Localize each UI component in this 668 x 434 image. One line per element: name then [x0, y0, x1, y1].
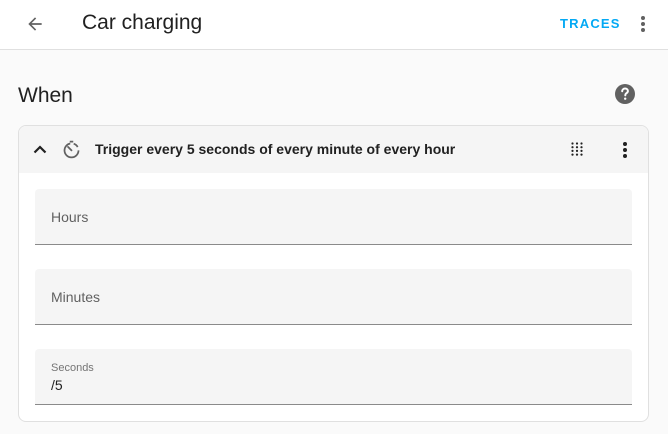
trigger-menu-button[interactable] — [613, 137, 637, 163]
section-title: When — [18, 84, 73, 107]
help-button[interactable] — [613, 82, 637, 106]
timer-icon — [61, 139, 82, 160]
drag-handle[interactable] — [567, 139, 587, 159]
trigger-title: Trigger every 5 seconds of every minute … — [95, 141, 456, 157]
dots-vertical-icon — [623, 142, 627, 158]
arrow-left-icon — [28, 17, 42, 31]
trigger-card-header[interactable]: Trigger every 5 seconds of every minute … — [19, 126, 648, 173]
chevron-up-icon — [33, 145, 47, 154]
back-button[interactable] — [20, 9, 50, 39]
drag-grid-icon — [571, 142, 583, 156]
dots-vertical-icon — [641, 16, 645, 32]
overflow-menu-button[interactable] — [630, 10, 656, 38]
seconds-field-value: /5 — [51, 377, 63, 393]
minutes-field[interactable]: Minutes — [35, 269, 632, 325]
seconds-field-label: Seconds — [51, 362, 94, 374]
hours-field-label: Hours — [51, 209, 89, 225]
page-title: Car charging — [82, 11, 203, 34]
help-circle-icon — [615, 84, 635, 104]
top-app-bar: Car charging TRACES — [0, 0, 668, 50]
hours-field[interactable]: Hours — [35, 189, 632, 245]
collapse-button[interactable] — [29, 138, 51, 160]
minutes-field-label: Minutes — [51, 289, 101, 305]
seconds-field[interactable]: Seconds /5 — [35, 349, 632, 405]
traces-button[interactable]: TRACES — [552, 14, 629, 34]
trigger-card: Trigger every 5 seconds of every minute … — [18, 125, 649, 422]
